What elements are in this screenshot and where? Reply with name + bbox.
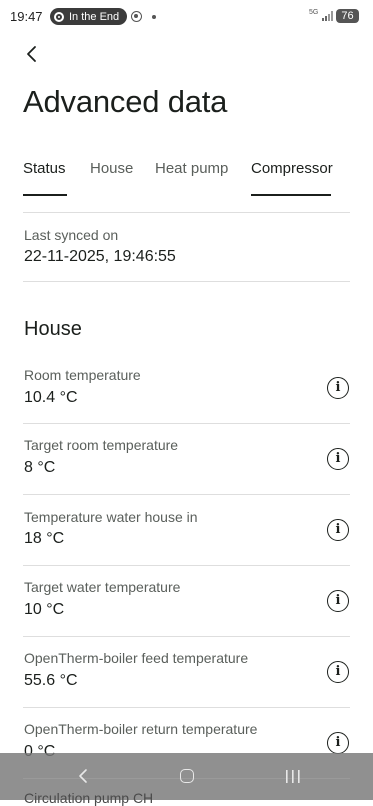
row-label: Room temperature: [24, 367, 141, 383]
media-pill[interactable]: In the End: [50, 8, 128, 25]
tab-bar: Status House Heat pump Compressor: [0, 160, 373, 196]
row-label: OpenTherm-boiler feed temperature: [24, 650, 249, 666]
divider: [23, 212, 350, 213]
row-value: 55.6 °C: [24, 672, 78, 689]
active-tab-indicator: [23, 194, 67, 196]
info-icon[interactable]: i: [327, 732, 349, 754]
row-label: Target water temperature: [24, 579, 181, 595]
last-synced-value: 22-11-2025, 19:46:55: [24, 248, 176, 265]
tab-compressor[interactable]: Compressor: [251, 160, 333, 196]
tab-house-label: House: [90, 160, 134, 177]
signal-icon: [322, 11, 333, 21]
info-icon[interactable]: i: [327, 590, 349, 612]
back-arrow-icon[interactable]: [22, 44, 42, 64]
divider: [23, 281, 350, 282]
nav-home-icon[interactable]: [180, 769, 194, 783]
media-pill-label: In the End: [69, 10, 120, 23]
tab-heat-pump-label: Heat pump: [155, 160, 229, 177]
row-value: 10 °C: [24, 601, 65, 618]
tab-heat-pump[interactable]: Heat pump: [155, 160, 228, 196]
row-value: 10.4 °C: [24, 389, 78, 406]
info-icon[interactable]: i: [327, 377, 349, 399]
row-label: Target room temperature: [24, 437, 179, 453]
status-bar: 19:47 In the End 5G 76: [0, 0, 373, 32]
tab-status[interactable]: Status: [23, 160, 67, 196]
info-icon[interactable]: i: [327, 661, 349, 683]
network-type: 5G: [309, 9, 319, 16]
row-label: Circulation pump CH: [24, 790, 154, 806]
divider: [23, 494, 350, 495]
tab-compressor-label: Compressor: [251, 160, 333, 177]
info-icon[interactable]: i: [327, 519, 349, 541]
tab-house[interactable]: House: [90, 160, 133, 196]
info-icon[interactable]: i: [327, 448, 349, 470]
row-label: Temperature water house in: [24, 509, 198, 525]
page-title: Advanced data: [23, 84, 228, 119]
status-time: 19:47: [10, 9, 43, 24]
tab-status-label: Status: [23, 160, 66, 177]
row-value: 18 °C: [24, 530, 65, 547]
nav-back-icon[interactable]: [76, 768, 90, 784]
divider: [23, 565, 350, 566]
tab-compressor-underline: [251, 194, 331, 196]
battery-indicator: 76: [336, 9, 359, 23]
section-title: House: [24, 318, 82, 340]
row-value: 8 °C: [24, 459, 56, 476]
divider: [23, 707, 350, 708]
last-synced-label: Last synced on: [24, 227, 119, 243]
more-notifications-dot: [152, 15, 156, 19]
nav-recent-apps-icon[interactable]: [285, 770, 301, 783]
divider: [23, 423, 350, 424]
row-label: OpenTherm-boiler return temperature: [24, 721, 258, 737]
divider: [23, 636, 350, 637]
media-icon: [54, 11, 64, 22]
notification-icon: [131, 11, 142, 22]
